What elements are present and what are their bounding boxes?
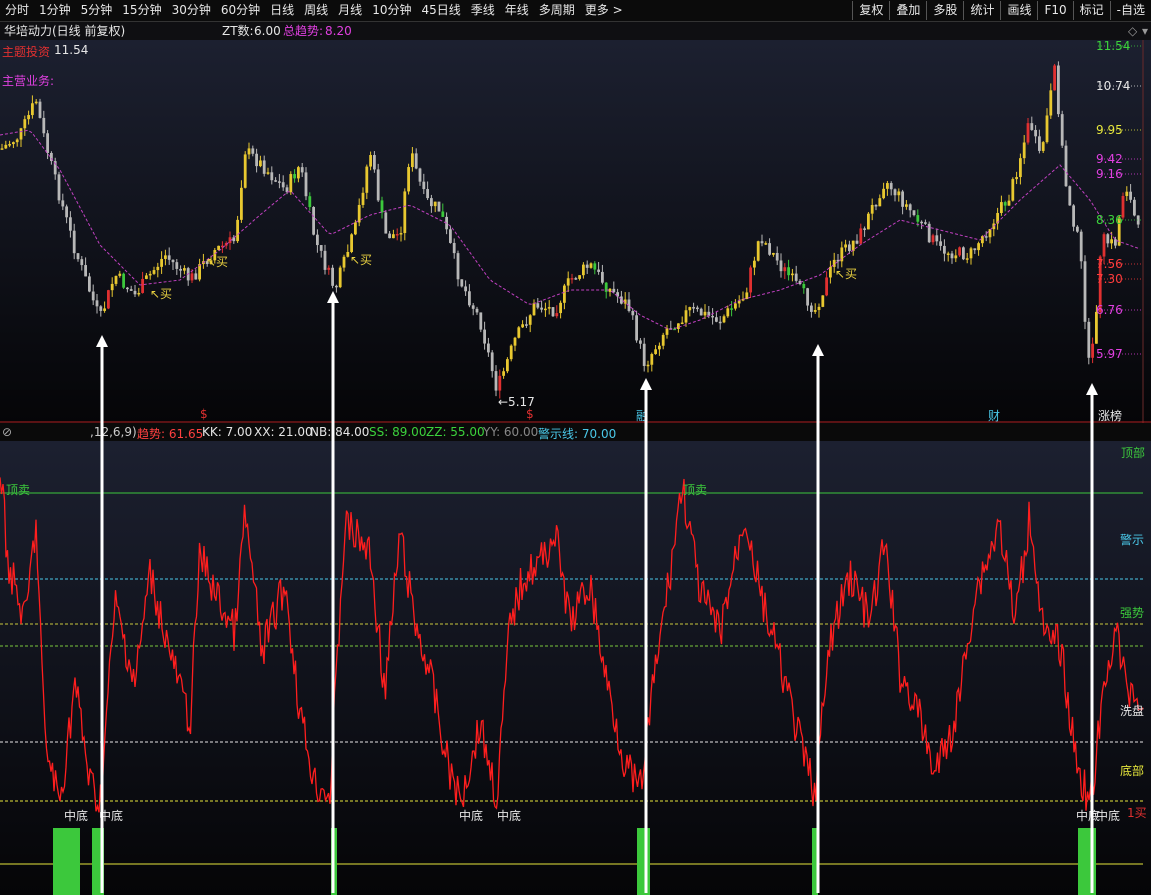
up-arrow-head xyxy=(640,378,652,390)
up-arrow-head xyxy=(327,291,339,303)
up-arrow-head xyxy=(1086,383,1098,395)
signal-arrows xyxy=(96,291,1098,893)
up-arrow-head xyxy=(96,335,108,347)
up-arrow-head xyxy=(812,344,824,356)
